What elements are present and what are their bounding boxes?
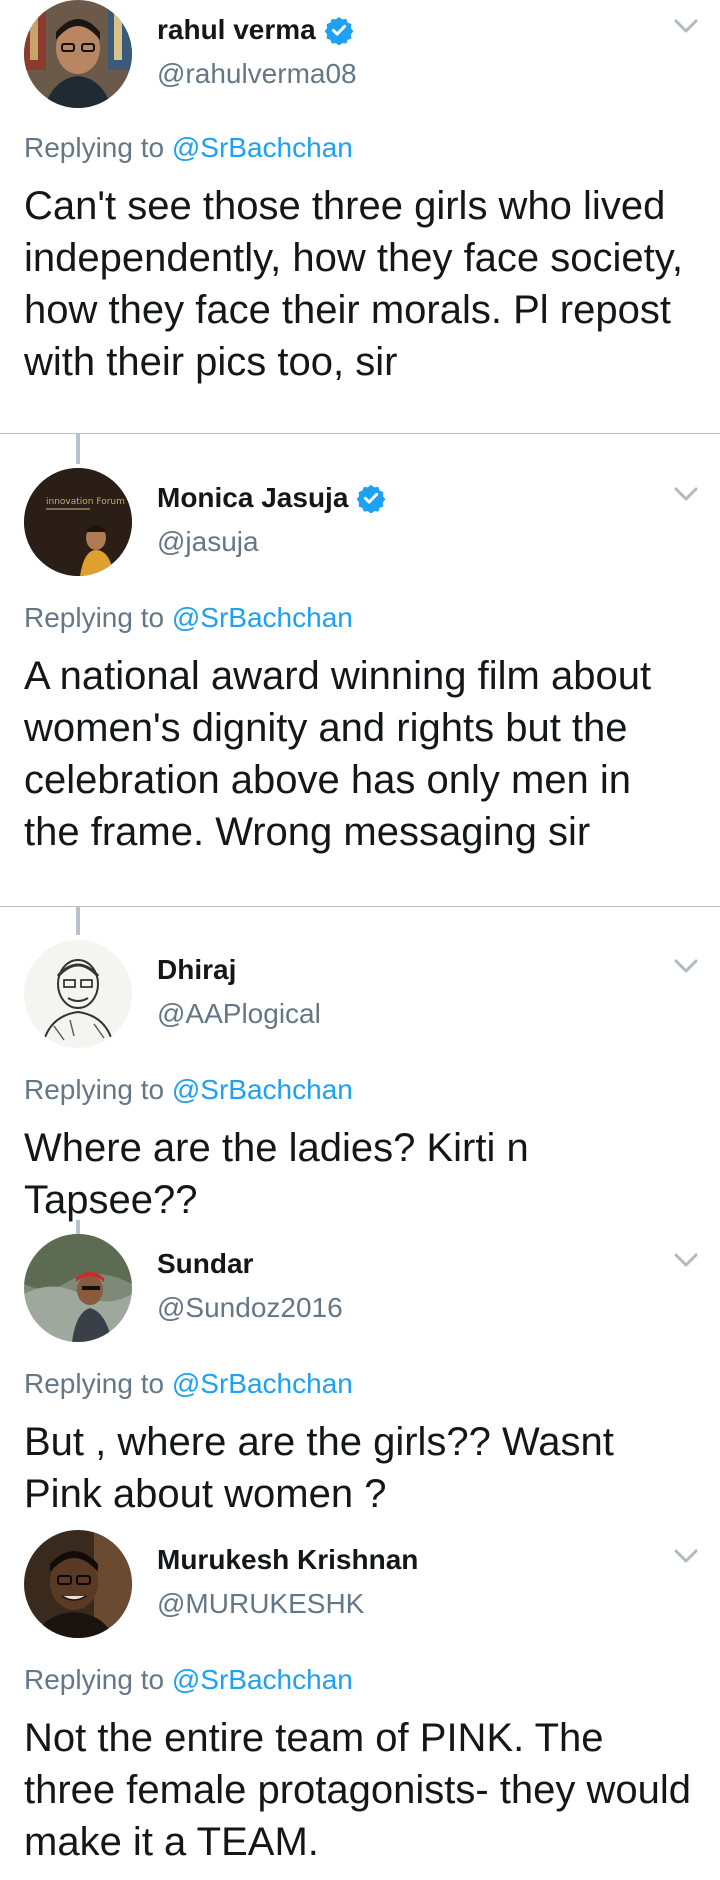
avatar-caption: innovation Forum [46, 497, 125, 507]
mention-link[interactable]: @SrBachchan [172, 602, 353, 633]
tweet-text: A national award winning film about wome… [24, 654, 652, 854]
tweet[interactable]: rahul verma @rahulverma08 Replying to @S… [0, 0, 720, 435]
tweet[interactable]: Sundar @Sundoz2016 Replying to @SrBachch… [0, 1234, 720, 1530]
chevron-down-icon[interactable] [672, 1250, 700, 1270]
avatar-photo [24, 0, 132, 108]
display-name[interactable]: Sundar [157, 1248, 253, 1280]
tweet-text: Can't see those three girls who lived in… [24, 184, 683, 384]
replying-to-label: Replying to [24, 1664, 165, 1695]
verified-badge-icon [324, 16, 354, 45]
replying-to: Replying to @SrBachchan [24, 1664, 353, 1696]
author-row: rahul verma [157, 14, 354, 46]
tweet[interactable]: Dhiraj @AAPlogical Replying to @SrBachch… [0, 940, 720, 1222]
avatar-photo [24, 1530, 132, 1638]
replying-to-label: Replying to [24, 1368, 165, 1399]
handle[interactable]: @MURUKESHK [157, 1588, 364, 1620]
tweet[interactable]: Murukesh Krishnan @MURUKESHK Replying to… [0, 1530, 720, 1880]
mention-link[interactable]: @SrBachchan [172, 1664, 353, 1695]
thread-line [76, 1220, 80, 1234]
replying-to: Replying to @SrBachchan [24, 1074, 353, 1106]
divider [0, 906, 720, 907]
avatar-photo [24, 1234, 132, 1342]
mention-link[interactable]: @SrBachchan [172, 132, 353, 163]
display-name[interactable]: Monica Jasuja [157, 482, 348, 514]
replying-to: Replying to @SrBachchan [24, 132, 353, 164]
avatar[interactable] [24, 1234, 132, 1342]
replying-to-label: Replying to [24, 602, 165, 633]
mention-link[interactable]: @SrBachchan [172, 1368, 353, 1399]
avatar[interactable]: innovation Forum [24, 468, 132, 576]
tweet-text: Where are the ladies? Kirti n Tapsee?? [24, 1126, 529, 1222]
avatar[interactable] [24, 1530, 132, 1638]
tweet[interactable]: innovation Forum Monica Jasuja @jasuja R… [0, 468, 720, 908]
display-name[interactable]: Dhiraj [157, 954, 236, 986]
tweet-text: Not the entire team of PINK. The three f… [24, 1716, 692, 1864]
tweet-text: But , where are the girls?? Wasnt Pink a… [24, 1420, 614, 1516]
replying-to-label: Replying to [24, 132, 165, 163]
avatar[interactable] [24, 0, 132, 108]
display-name[interactable]: Murukesh Krishnan [157, 1544, 418, 1576]
avatar-photo [24, 940, 132, 1048]
author-row: Murukesh Krishnan [157, 1544, 418, 1576]
author-row: Sundar [157, 1248, 253, 1280]
handle[interactable]: @AAPlogical [157, 998, 321, 1030]
handle[interactable]: @jasuja [157, 526, 259, 558]
avatar[interactable] [24, 940, 132, 1048]
handle[interactable]: @rahulverma08 [157, 58, 357, 90]
thread-line [76, 907, 80, 935]
display-name[interactable]: rahul verma [157, 14, 316, 46]
chevron-down-icon[interactable] [672, 1546, 700, 1566]
verified-badge-icon [357, 484, 386, 513]
chevron-down-icon[interactable] [672, 484, 700, 504]
thread-line [76, 434, 80, 464]
replying-to: Replying to @SrBachchan [24, 1368, 353, 1400]
author-row: Monica Jasuja [157, 482, 386, 514]
author-row: Dhiraj [157, 954, 236, 986]
handle[interactable]: @Sundoz2016 [157, 1292, 343, 1324]
avatar-photo: innovation Forum [24, 468, 132, 576]
replying-to-label: Replying to [24, 1074, 165, 1105]
chevron-down-icon[interactable] [672, 956, 700, 976]
chevron-down-icon[interactable] [672, 16, 700, 36]
mention-link[interactable]: @SrBachchan [172, 1074, 353, 1105]
replying-to: Replying to @SrBachchan [24, 602, 353, 634]
divider [0, 433, 720, 434]
